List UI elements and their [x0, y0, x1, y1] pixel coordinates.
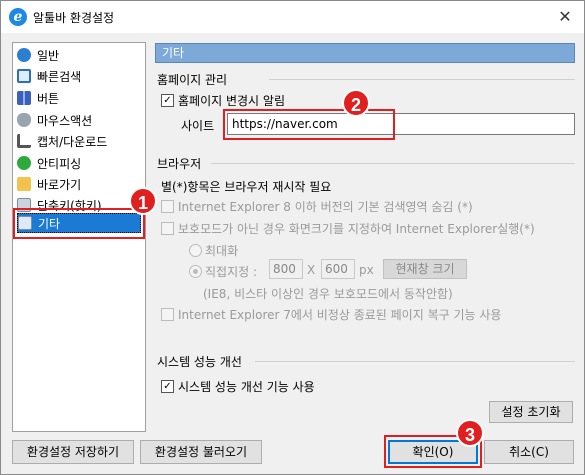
protected-mode-size-label: 보호모드가 아닌 경우 화면크기를 지정하여 Internet Explorer… — [178, 222, 535, 236]
sidebar-item-label: 빠른검색 — [37, 69, 82, 84]
homepage-notify-label: 홈페이지 변경시 알림 — [178, 94, 285, 108]
group-divider — [255, 361, 575, 362]
window-title: 알툴바 환경설정 — [33, 11, 115, 25]
site-label: 사이트 — [181, 119, 215, 133]
sidebar-item-quick-search[interactable]: 빠른검색 — [17, 66, 141, 86]
annotation-badge-1: 1 — [129, 187, 157, 215]
sidebar-item-mouse-action[interactable]: 마우스액션 — [17, 110, 141, 130]
buttons-icon — [17, 91, 31, 105]
sidebar-item-label: 일반 — [37, 48, 60, 63]
px-unit-label: px — [359, 263, 374, 277]
maximize-radio[interactable] — [189, 244, 202, 257]
custom-size-radio[interactable] — [189, 265, 202, 278]
size-times-label: X — [307, 263, 316, 277]
annotation-highlight-etc — [13, 208, 145, 239]
annotation-highlight-site — [223, 109, 395, 140]
sidebar-item-label: 안티피싱 — [37, 156, 82, 171]
ie8-search-hide-label: Internet Explorer 8 이하 버전의 기본 검색영역 숨김 (*… — [178, 200, 473, 214]
antiphishing-icon — [17, 156, 31, 170]
sidebar-item-shortcuts[interactable]: 바로가기 — [17, 174, 141, 194]
settings-window: e 알툴바 환경설정 ✕ 일반 빠른검색 버튼 마우스액션 캡처/다운로드 안티… — [0, 0, 585, 475]
maximize-label: 최대화 — [205, 244, 239, 258]
sidebar-item-buttons[interactable]: 버튼 — [17, 88, 141, 108]
shortcut-folder-icon — [17, 177, 31, 191]
altoolbar-app-icon: e — [9, 8, 27, 26]
sidebar-item-antiphishing[interactable]: 안티피싱 — [17, 153, 141, 173]
sidebar-item-label: 버튼 — [37, 91, 60, 106]
annotation-badge-2: 2 — [342, 89, 370, 117]
ie7-recovery-checkbox[interactable] — [161, 308, 174, 321]
quick-search-icon — [17, 69, 31, 83]
save-settings-button[interactable]: 환경설정 저장하기 — [12, 440, 134, 464]
sidebar-item-label: 캡처/다운로드 — [37, 134, 108, 149]
height-field[interactable]: 600 — [321, 259, 355, 279]
reset-settings-button[interactable]: 설정 초기화 — [489, 401, 573, 423]
performance-group-title: 시스템 성능 개선 — [157, 355, 242, 369]
load-settings-button[interactable]: 환경설정 불러오기 — [140, 440, 262, 464]
cancel-button[interactable]: 취소(C) — [484, 440, 574, 464]
performance-label: 시스템 성능 개선 기능 사용 — [178, 380, 315, 394]
sidebar-item-label: 바로가기 — [37, 177, 82, 192]
general-icon — [17, 48, 31, 62]
custom-size-label: 직접지정 : — [205, 265, 258, 279]
group-divider — [269, 79, 575, 80]
width-field[interactable]: 800 — [269, 259, 303, 279]
current-window-size-button[interactable]: 현재창 크기 — [383, 259, 467, 279]
protected-mode-size-checkbox[interactable] — [161, 222, 174, 235]
group-divider — [211, 163, 575, 164]
annotation-badge-3: 3 — [456, 419, 484, 447]
close-button[interactable]: ✕ — [554, 6, 576, 28]
restart-note: 별(*)항목은 브라우저 재시작 필요 — [161, 180, 332, 194]
ie7-recovery-label: Internet Explorer 7에서 비정상 종료된 페이지 복구 기능 … — [178, 308, 502, 322]
capture-icon — [17, 134, 31, 148]
browser-group-title: 브라우저 — [157, 157, 202, 171]
ie8-search-hide-checkbox[interactable] — [161, 200, 174, 213]
sidebar-item-capture-download[interactable]: 캡처/다운로드 — [17, 131, 141, 151]
title-bar: e 알툴바 환경설정 ✕ — [1, 1, 584, 33]
sidebar-item-label: 마우스액션 — [37, 113, 93, 128]
performance-checkbox[interactable]: ✓ — [161, 380, 174, 393]
ie8-protected-mode-note: (IE8, 비스타 이상인 경우 보호모드에서 동작안함) — [203, 287, 453, 301]
homepage-notify-checkbox[interactable]: ✓ — [161, 94, 174, 107]
homepage-group-title: 홈페이지 관리 — [157, 73, 228, 87]
mouse-icon — [17, 113, 31, 127]
sidebar-item-general[interactable]: 일반 — [17, 45, 141, 65]
section-title: 기타 — [155, 43, 575, 63]
